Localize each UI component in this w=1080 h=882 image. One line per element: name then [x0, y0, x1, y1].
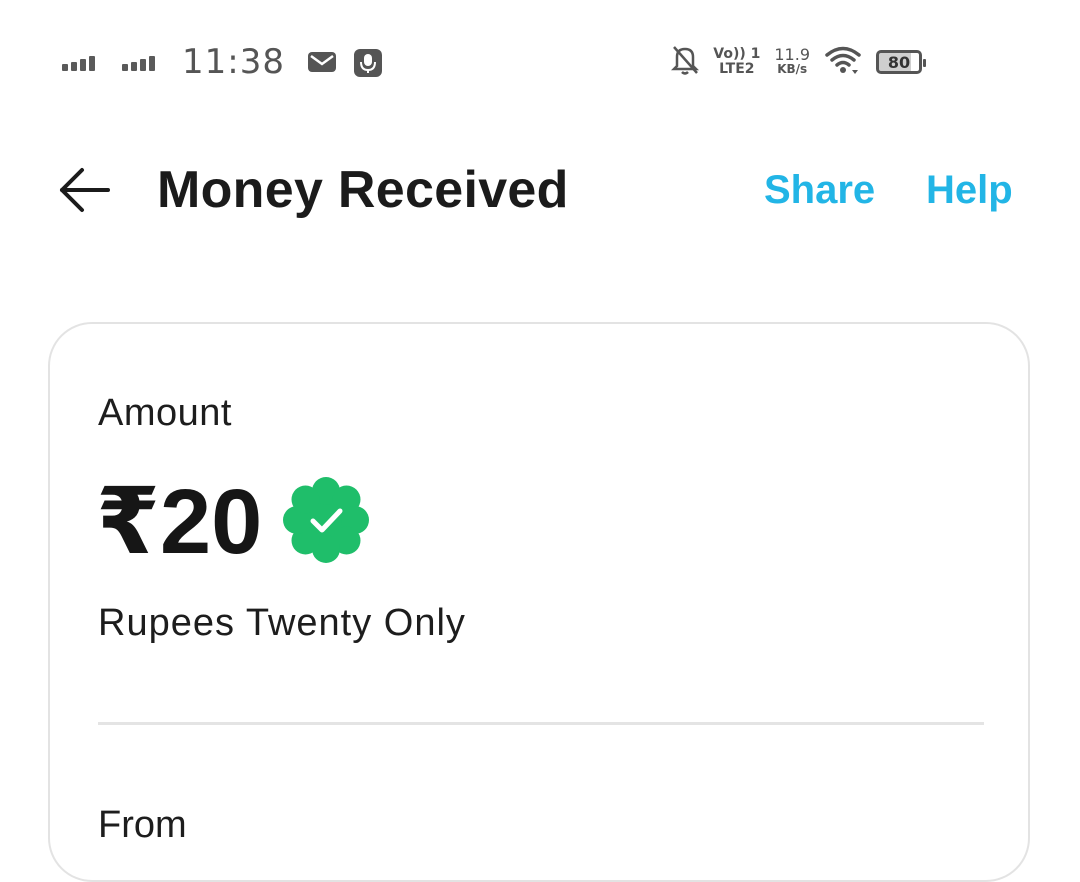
verified-badge-icon — [280, 474, 372, 566]
from-label: From — [98, 804, 187, 846]
network-type: Vo)) 1 LTE2 — [713, 46, 761, 77]
signal-2-icon — [122, 53, 158, 71]
page-title: Money Received — [157, 161, 569, 219]
network-speed: 11.9 KB/s — [774, 47, 810, 77]
amount-in-words: Rupees Twenty Only — [98, 602, 466, 644]
volte-sub: 1 — [750, 46, 761, 62]
volte-label: Vo — [713, 46, 733, 62]
arrow-left-icon — [60, 168, 110, 212]
divider — [98, 722, 984, 725]
mail-icon — [307, 48, 337, 76]
back-button[interactable] — [56, 164, 112, 216]
bell-off-icon — [671, 44, 700, 81]
battery-icon: 80 — [876, 50, 926, 74]
lte-label: LTE2 — [719, 61, 755, 77]
status-bar: 11:38 Vo)) 1 LTE2 11.9 KB/s 80 — [0, 0, 1080, 120]
status-time: 11:38 — [182, 42, 285, 82]
mic-icon — [353, 48, 383, 77]
status-left: 11:38 — [62, 40, 399, 84]
amount-label: Amount — [98, 392, 232, 434]
help-button[interactable]: Help — [926, 168, 1013, 213]
wifi-icon — [824, 45, 862, 80]
signal-1-icon — [62, 53, 98, 71]
share-button[interactable]: Share — [764, 168, 875, 213]
speed-value: 11.9 — [774, 45, 810, 64]
transaction-details-card: Amount ₹20 Rupees Twenty Only From — [48, 322, 1030, 882]
amount-value: ₹20 — [96, 471, 263, 573]
app-bar: Money Received Share Help — [0, 140, 1080, 240]
status-right: Vo)) 1 LTE2 11.9 KB/s 80 — [657, 40, 926, 84]
speed-unit: KB/s — [777, 62, 808, 76]
battery-level: 80 — [887, 52, 911, 72]
